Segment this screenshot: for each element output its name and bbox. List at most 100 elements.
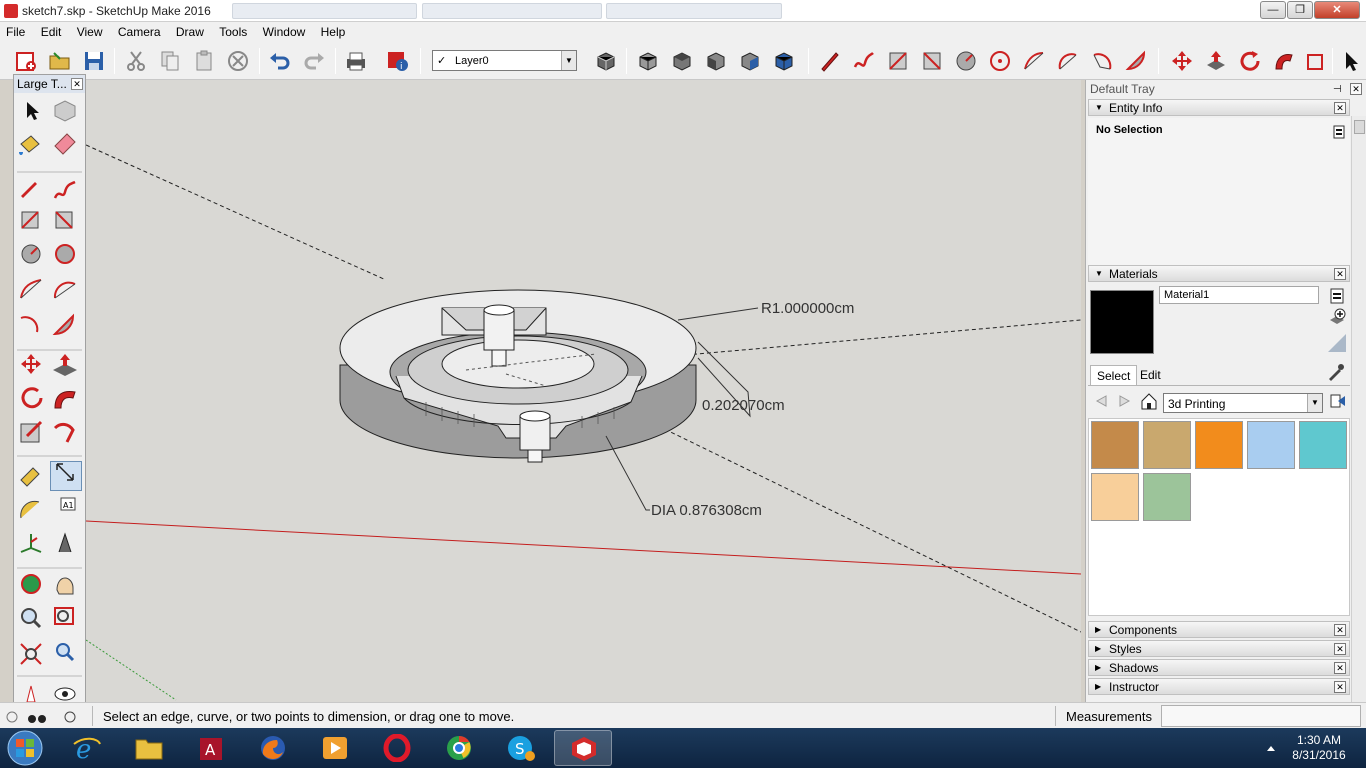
details-toggle-icon[interactable] [1330, 288, 1344, 304]
home-icon[interactable] [1140, 392, 1158, 410]
menu-tools[interactable]: Tools [213, 22, 253, 39]
tape-measure-icon[interactable] [20, 467, 40, 487]
follow-me-icon[interactable] [1272, 49, 1296, 73]
components-header[interactable]: ▶ Components ✕ [1088, 621, 1350, 638]
current-material-swatch[interactable] [1090, 290, 1154, 354]
material-swatch-teal[interactable] [1299, 421, 1347, 469]
look-around-icon[interactable] [54, 687, 76, 701]
arc-tool-icon[interactable] [20, 279, 42, 299]
details-toggle-icon[interactable] [1333, 125, 1345, 139]
push-pull-tool-icon[interactable] [53, 354, 77, 376]
orbit-icon[interactable] [21, 574, 41, 594]
taskbar-internet-explorer[interactable]: e [58, 730, 116, 766]
copy-icon[interactable] [158, 49, 182, 73]
model-info-icon[interactable]: i [386, 49, 410, 73]
previous-view-icon[interactable] [56, 643, 75, 662]
pencil-icon[interactable] [818, 49, 842, 73]
material-swatch-orange[interactable] [1195, 421, 1243, 469]
line-tool-icon[interactable] [21, 182, 37, 198]
scale-tool-icon[interactable] [20, 420, 43, 443]
three-point-arc-tool-icon[interactable] [20, 316, 39, 333]
taskbar-access[interactable]: A [182, 730, 240, 766]
rotated-rectangle-icon[interactable] [920, 49, 944, 73]
two-point-arc-tool-icon[interactable] [53, 281, 76, 299]
menu-camera[interactable]: Camera [112, 22, 167, 39]
freehand-tool-icon[interactable] [53, 180, 76, 199]
top-view-icon[interactable] [670, 49, 694, 73]
close-icon[interactable]: ✕ [1334, 643, 1346, 655]
iso-view-icon[interactable] [636, 49, 660, 73]
dimension-tool-icon[interactable] [56, 463, 74, 481]
default-material-icon[interactable] [1326, 332, 1348, 354]
taskbar-media-player[interactable] [306, 730, 364, 766]
paste-icon[interactable] [192, 49, 216, 73]
3d-viewport[interactable]: R1.000000cm 0.202070cm DIA 0.876308cm [86, 80, 1081, 702]
select-arrow-icon[interactable] [1340, 49, 1364, 73]
push-pull-icon[interactable] [1204, 49, 1228, 73]
menu-help[interactable]: Help [315, 22, 352, 39]
move-icon[interactable] [1170, 49, 1194, 73]
sample-paint-icon[interactable] [1326, 362, 1346, 382]
rotate-tool-icon[interactable] [21, 387, 43, 409]
arc-icon[interactable] [1022, 49, 1046, 73]
text-tool-icon[interactable]: A1 [60, 497, 76, 511]
two-point-arc-icon[interactable] [1056, 49, 1080, 73]
back-arrow-icon[interactable] [1094, 394, 1108, 408]
tray-scrollbar[interactable] [1351, 116, 1366, 702]
linear-dimension-label[interactable]: 0.202070cm [702, 397, 785, 414]
scale-icon[interactable] [1305, 49, 1329, 73]
forward-arrow-icon[interactable] [1118, 394, 1132, 408]
scrollbar-thumb[interactable] [1354, 120, 1365, 134]
taskbar-firefox[interactable] [244, 730, 302, 766]
undo-icon[interactable] [268, 49, 292, 73]
open-file-icon[interactable] [48, 49, 72, 73]
close-icon[interactable]: ✕ [1350, 83, 1362, 95]
save-icon[interactable] [82, 49, 106, 73]
minimize-button[interactable]: — [1260, 1, 1286, 19]
polygon-tool-icon[interactable] [55, 244, 75, 264]
radius-dimension-label[interactable]: R1.000000cm [761, 300, 854, 317]
pin-icon[interactable]: ⊣ [1333, 84, 1343, 95]
make-component-icon[interactable] [594, 49, 618, 73]
instructor-header[interactable]: ▶ Instructor ✕ [1088, 678, 1350, 695]
diameter-dimension-label[interactable]: DIA 0.876308cm [651, 502, 762, 519]
material-library-dropdown[interactable]: 3d Printing ▼ [1163, 393, 1323, 413]
zoom-extents-icon[interactable] [20, 643, 42, 665]
erase-icon[interactable] [226, 49, 250, 73]
taskbar-file-explorer[interactable] [120, 730, 178, 766]
freehand-icon[interactable] [852, 49, 876, 73]
zoom-window-icon[interactable] [54, 607, 74, 625]
material-name-field[interactable]: Material1 [1159, 286, 1319, 304]
cut-icon[interactable] [124, 49, 148, 73]
tab-edit[interactable]: Edit [1134, 365, 1167, 385]
taskbar-chrome[interactable] [430, 730, 488, 766]
start-button-icon[interactable] [4, 729, 46, 767]
material-swatch-tan[interactable] [1143, 421, 1191, 469]
close-icon[interactable]: ✕ [1334, 681, 1346, 693]
chevron-down-icon[interactable]: ▼ [561, 51, 576, 70]
protractor-icon[interactable] [20, 500, 40, 519]
front-view-icon[interactable] [704, 49, 728, 73]
rotated-rectangle-tool-icon[interactable] [55, 211, 73, 229]
maximize-button[interactable]: ❐ [1287, 1, 1313, 19]
circle-tool-icon[interactable] [21, 244, 41, 264]
materials-header[interactable]: ▼ Materials ✕ [1088, 265, 1350, 282]
pie-tool-icon[interactable] [52, 313, 75, 336]
rotate-icon[interactable] [1238, 49, 1262, 73]
details-arrow-icon[interactable] [1330, 393, 1346, 411]
follow-me-tool-icon[interactable] [54, 391, 76, 409]
component-tool-icon[interactable] [54, 100, 76, 122]
pan-hand-icon[interactable] [56, 577, 74, 595]
chevron-down-icon[interactable]: ▼ [1307, 394, 1322, 412]
material-swatch-sage[interactable] [1143, 473, 1191, 521]
axes-tool-icon[interactable] [20, 534, 42, 553]
close-icon[interactable]: ✕ [1334, 268, 1346, 280]
menu-file[interactable]: File [0, 22, 31, 39]
layer-dropdown[interactable]: ✓ Layer0 ▼ [432, 50, 577, 71]
zoom-icon[interactable] [21, 608, 42, 629]
close-icon[interactable]: ✕ [1334, 662, 1346, 674]
position-camera-icon[interactable] [26, 685, 36, 703]
menu-window[interactable]: Window [257, 22, 312, 39]
shadows-header[interactable]: ▶ Shadows ✕ [1088, 659, 1350, 676]
rectangle-icon[interactable] [886, 49, 910, 73]
